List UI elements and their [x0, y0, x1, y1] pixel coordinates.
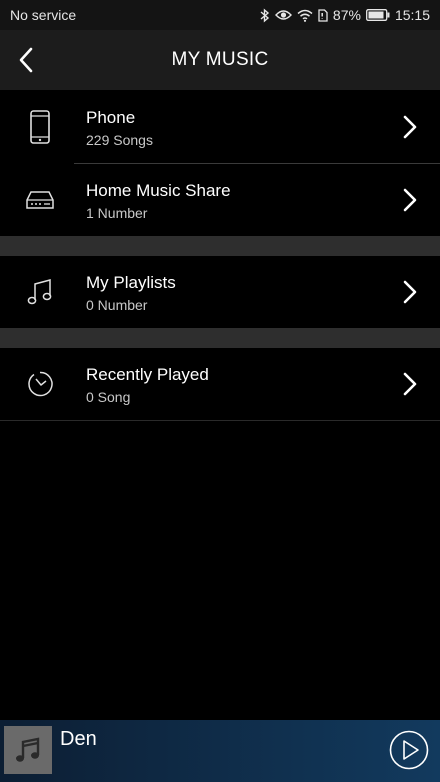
clock-icon [22, 366, 58, 402]
menu-item-home-music-share[interactable]: Home Music Share 1 Number [0, 164, 440, 236]
status-bar: No service 87% 15:15 [0, 0, 440, 30]
chevron-right-icon [403, 115, 417, 139]
menu-item-title: Home Music Share [86, 181, 231, 200]
carrier-label: No service [10, 7, 77, 23]
menu-item-subtitle: 229 Songs [86, 132, 153, 148]
section-gap [0, 236, 440, 256]
page-title: MY MUSIC [171, 49, 269, 70]
server-icon [22, 182, 58, 218]
chevron-right-icon [403, 372, 417, 396]
album-art[interactable] [4, 726, 52, 774]
row-divider [0, 420, 440, 421]
chevron-right-icon [403, 280, 417, 304]
chevron-right-icon [403, 188, 417, 212]
menu-item-my-playlists[interactable]: My Playlists 0 Number [0, 256, 440, 328]
battery-icon [366, 9, 390, 21]
battery-percent: 87% [332, 7, 361, 23]
menu-item-title: Recently Played [86, 365, 209, 384]
play-button[interactable] [389, 730, 429, 770]
mini-player[interactable]: Den [0, 720, 440, 782]
app-header: MY MUSIC [0, 30, 440, 90]
menu-item-subtitle: 0 Song [86, 389, 131, 405]
bluetooth-icon [260, 7, 270, 23]
play-icon [403, 740, 419, 760]
wifi-icon [297, 9, 313, 22]
menu-item-subtitle: 0 Number [86, 297, 148, 313]
menu-item-recently-played[interactable]: Recently Played 0 Song [0, 348, 440, 420]
eye-icon [274, 9, 292, 21]
sim-icon [318, 8, 328, 22]
music-note-icon [22, 274, 58, 310]
menu-item-title: Phone [86, 108, 136, 127]
menu-item-phone[interactable]: Phone 229 Songs [0, 91, 440, 163]
clock-time: 15:15 [394, 7, 430, 23]
menu-item-title: My Playlists [86, 273, 176, 292]
status-icons: 87% 15:15 [260, 7, 430, 23]
menu-item-subtitle: 1 Number [86, 205, 148, 221]
phone-icon [22, 109, 58, 145]
section-gap [0, 328, 440, 348]
track-title: Den [60, 728, 97, 750]
music-note-icon [16, 737, 40, 762]
